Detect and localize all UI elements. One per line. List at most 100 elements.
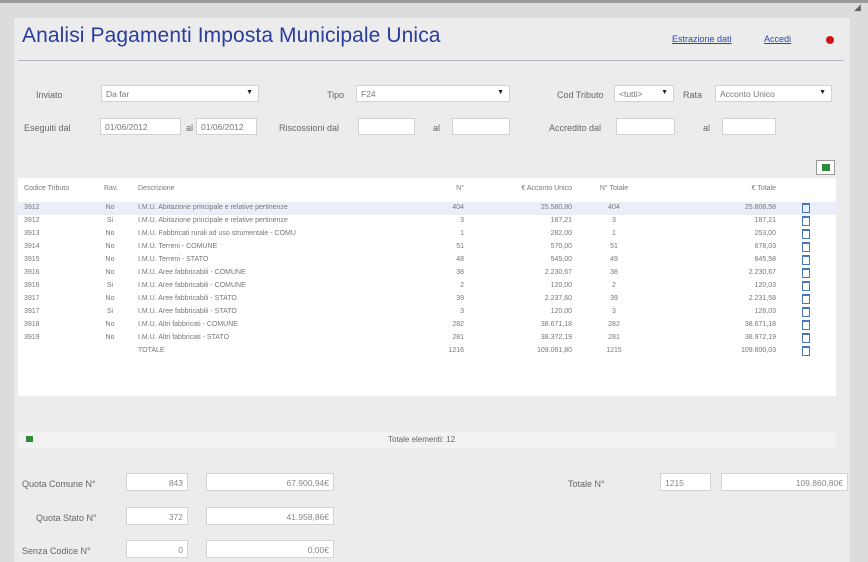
- cell-totale: 678,03: [754, 243, 776, 250]
- senza-codice-amount-field[interactable]: 0,00€: [206, 540, 334, 558]
- table-row[interactable]: 3916 Si I.M.U. Aree fabbricabili - COMUNE 2…: [18, 280, 836, 293]
- col-header-descrizione[interactable]: Descrizione: [138, 185, 175, 192]
- document-icon[interactable]: [802, 333, 810, 343]
- cell-acconto: 120,00: [550, 308, 572, 315]
- table-row[interactable]: 3912 Si I.M.U. Abitazione principale e rel…: [18, 215, 836, 228]
- document-icon[interactable]: [802, 320, 810, 330]
- cell-totale: 253,00: [754, 230, 776, 237]
- totale-amount-field[interactable]: 109.860,80€: [721, 473, 848, 491]
- col-header-acconto[interactable]: € Acconto Unico: [492, 185, 572, 192]
- cell-totale: 187,21: [754, 217, 776, 224]
- table-row[interactable]: 3916 No I.M.U. Aree fabbricabili - COMUNE 3…: [18, 267, 836, 280]
- totale-n-field[interactable]: 1215: [660, 473, 711, 491]
- table-row[interactable]: 3915 No I.M.U. Terreni - STATO 48 545,00 49 84…: [18, 254, 836, 267]
- eseguiti-al-label: al: [186, 123, 194, 133]
- document-icon[interactable]: [802, 203, 810, 213]
- col-header-totale[interactable]: € Totale: [718, 185, 776, 192]
- riscossioni-to-field[interactable]: [452, 118, 510, 135]
- cell-rav: No: [105, 269, 115, 276]
- table-row[interactable]: 3917 No I.M.U. Aree fabbricabili - STATO 39…: [18, 293, 836, 306]
- invento-label: Inviato: [36, 90, 63, 100]
- cell-n-totale: 3: [612, 217, 616, 224]
- accredito-from-field[interactable]: [616, 118, 675, 135]
- riscossioni-label: Riscossioni dal: [279, 123, 340, 133]
- riscossioni-al-label: al: [433, 123, 441, 133]
- accredito-to-field[interactable]: [722, 118, 776, 135]
- rata-select[interactable]: Acconto Unico: [715, 85, 832, 102]
- table-row[interactable]: 3912 No I.M.U. Abitazione principale e rel…: [18, 202, 836, 215]
- cell-n: 39: [456, 295, 464, 302]
- col-header-rav[interactable]: Rav.: [104, 185, 118, 192]
- quota-stato-amount-field[interactable]: 41.958,86€: [206, 507, 334, 525]
- page-title: Analisi Pagamenti Imposta Municipale Uni…: [22, 24, 441, 47]
- riscossioni-from-field[interactable]: [358, 118, 415, 135]
- red-dot-icon[interactable]: [826, 36, 834, 44]
- cell-n: 281: [452, 334, 464, 341]
- cell-totale: 38.972,19: [744, 334, 776, 341]
- eseguiti-to-field[interactable]: 01/06/2012: [196, 118, 257, 135]
- cell-rav: Si: [106, 217, 114, 224]
- cell-n-totale: 282: [608, 321, 620, 328]
- corner-icon: ◢: [854, 2, 861, 12]
- cell-n: 51: [456, 243, 464, 250]
- cod-tributo-select[interactable]: <tutti>: [614, 85, 674, 102]
- table-row[interactable]: 3918 No I.M.U. Altri fabbricati - COMUNE 28…: [18, 319, 836, 332]
- document-icon[interactable]: [802, 346, 810, 356]
- cell-codice: 3919: [24, 334, 40, 341]
- eseguiti-from-field[interactable]: 01/06/2012: [100, 118, 181, 135]
- cell-totale: 126,03: [754, 308, 776, 315]
- accredito-al-label: al: [703, 123, 711, 133]
- cell-n-totale: 39: [610, 295, 618, 302]
- cell-descrizione: I.M.U. Aree fabbricabili - COMUNE: [138, 269, 246, 276]
- excel-export-small-icon[interactable]: [24, 435, 34, 443]
- cell-rav: Si: [106, 282, 114, 289]
- document-icon[interactable]: [802, 242, 810, 252]
- cell-n-totale: 404: [608, 204, 620, 211]
- cell-descrizione: I.M.U. Altri fabbricati - STATO: [138, 334, 230, 341]
- cell-descrizione: I.M.U. Terreni - STATO: [138, 256, 209, 263]
- cell-codice: 3918: [24, 321, 40, 328]
- document-icon[interactable]: [802, 216, 810, 226]
- document-icon[interactable]: [802, 268, 810, 278]
- cell-acconto: 282,00: [550, 230, 572, 237]
- col-header-n-totale[interactable]: N° Totale: [590, 185, 638, 192]
- cell-descrizione: I.M.U. Fabbricati rurali ad uso strument…: [138, 230, 296, 237]
- quota-comune-label: Quota Comune N°: [22, 479, 96, 489]
- senza-codice-n-field[interactable]: 0: [126, 540, 188, 558]
- invento-select[interactable]: Da far: [101, 85, 259, 102]
- cell-descrizione: I.M.U. Abitazione principale e relative …: [138, 204, 288, 211]
- cell-codice: 3912: [24, 204, 40, 211]
- cell-n-totale: 51: [610, 243, 618, 250]
- excel-export-icon[interactable]: [816, 160, 835, 175]
- table-row[interactable]: 3917 Si I.M.U. Aree fabbricabili - STATO 3 1…: [18, 306, 836, 319]
- back-link[interactable]: Accedi: [764, 34, 791, 44]
- cell-n: 404: [452, 204, 464, 211]
- cell-codice: 3912: [24, 217, 40, 224]
- table-row[interactable]: 3913 No I.M.U. Fabbricati rurali ad uso st…: [18, 228, 836, 241]
- table-row[interactable]: 3919 No I.M.U. Altri fabbricati - STATO 281…: [18, 332, 836, 345]
- cell-rav: No: [105, 334, 115, 341]
- tipo-select[interactable]: F24: [356, 85, 510, 102]
- table-row[interactable]: TOTALE 1216 109.061,80 1215 109.800,03: [18, 345, 836, 358]
- table-row[interactable]: 3914 No I.M.U. Terreni - COMUNE 51 570,00 51 6…: [18, 241, 836, 254]
- quota-stato-n-field[interactable]: 372: [126, 507, 188, 525]
- col-header-n[interactable]: N°: [436, 185, 464, 192]
- cell-acconto: 2.237,60: [544, 295, 572, 302]
- eseguiti-label: Eseguiti dal: [24, 123, 71, 133]
- document-icon[interactable]: [802, 281, 810, 291]
- cell-rav: No: [105, 321, 115, 328]
- document-icon[interactable]: [802, 255, 810, 265]
- quota-comune-amount-field[interactable]: 67.900,94€: [206, 473, 334, 491]
- extract-data-link[interactable]: Estrazione dati: [672, 34, 732, 44]
- quota-comune-n-field[interactable]: 843: [126, 473, 188, 491]
- cell-totale: 25.808,58: [744, 204, 776, 211]
- cell-n: 38: [456, 269, 464, 276]
- cell-totale: 2.230,67: [748, 269, 776, 276]
- document-icon[interactable]: [802, 294, 810, 304]
- document-icon[interactable]: [802, 307, 810, 317]
- col-header-codice[interactable]: Codice Tributo: [24, 185, 69, 192]
- table-footer: Totale elementi: 12: [18, 432, 836, 448]
- cell-acconto: 187,21: [550, 217, 572, 224]
- cell-descrizione: TOTALE: [138, 347, 165, 354]
- document-icon[interactable]: [802, 229, 810, 239]
